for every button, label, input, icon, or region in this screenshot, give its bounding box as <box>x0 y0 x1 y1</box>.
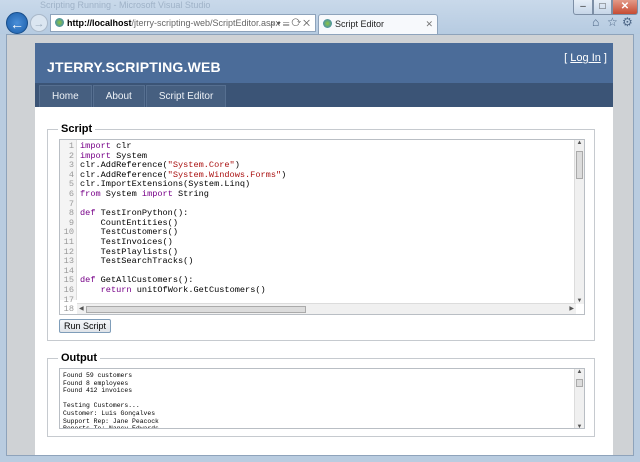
code-token: clr.AddReference( <box>80 160 168 171</box>
editor-horizontal-scrollbar[interactable]: ◀ ▶ <box>77 303 576 314</box>
tab-page-icon <box>323 19 332 28</box>
output-line: Found 59 customers <box>63 372 133 379</box>
code-line: 16 return unitOfWork.GetCustomers() <box>60 285 565 296</box>
output-line: Customer: Luis Gonçalves <box>63 410 156 417</box>
code-token: TestCustomers() <box>80 227 178 238</box>
code-keyword: return <box>100 285 132 295</box>
code-token: System <box>100 189 142 199</box>
close-window-button[interactable]: ✕ <box>612 0 638 15</box>
home-icon[interactable]: ⌂ <box>592 15 599 29</box>
script-editor[interactable]: 1 import clr 2 import System 3 clr.AddReferen… <box>59 139 585 315</box>
site-title: JTERRY.SCRIPTING.WEB <box>47 59 221 75</box>
login-link[interactable]: Log In <box>570 52 601 64</box>
script-panel-title: Script <box>58 123 96 135</box>
page-icon <box>55 18 64 27</box>
output-panel: Output Found 59 customers Found 8 employe… <box>47 352 595 437</box>
output-line: Found 8 employees <box>63 379 129 387</box>
code-token: ) <box>234 160 240 171</box>
scroll-right-arrow-icon[interactable]: ▶ <box>569 304 574 314</box>
menu-item-script-editor[interactable]: Script Editor <box>145 85 227 107</box>
browser-titlebar: Scripting Running - Microsoft Visual Stu… <box>0 0 640 34</box>
output-panel-title: Output <box>58 352 101 364</box>
code-token: System <box>110 150 148 161</box>
code-keyword: def <box>80 275 96 286</box>
output-line: Reports To: Nancy Edwards <box>63 425 159 429</box>
scroll-down-arrow-icon[interactable]: ▼ <box>575 298 584 304</box>
output-line: Testing Customers... <box>63 402 140 410</box>
forward-arrow-icon[interactable]: → <box>30 14 48 32</box>
code-token: clr.AddReference( <box>80 169 168 180</box>
code-line: 13 TestSearchTracks() <box>60 256 565 267</box>
code-text: from System import String <box>80 189 209 200</box>
run-script-button[interactable]: Run Script <box>59 319 112 333</box>
code-token: GetAllCustomers(): <box>95 275 194 286</box>
code-token: clr.ImportExtensions(System.Linq) <box>80 179 251 190</box>
login-area: [ Log In ] <box>564 52 607 64</box>
output-scroll-up-arrow-icon[interactable]: ▲ <box>575 369 584 375</box>
gear-icon[interactable]: ⚙ <box>622 15 633 29</box>
code-token: String <box>172 189 209 199</box>
code-token: unitOfWork.GetCustomers() <box>131 285 266 295</box>
site-header: JTERRY.SCRIPTING.WEB [ Log In ] <box>35 43 613 83</box>
address-tools-icons[interactable]: ⌕▾☰⟳✕ <box>270 15 312 31</box>
menu-item-about[interactable]: About <box>92 85 145 107</box>
code-string: "System.Core" <box>167 160 235 171</box>
address-path: /jterry-scripting-web/ScriptEditor.aspx <box>131 18 281 28</box>
output-line: Found 412 invoices <box>63 387 133 395</box>
line-number: 18 <box>63 304 74 315</box>
minimize-button[interactable]: – <box>573 0 593 15</box>
site-container: JTERRY.SCRIPTING.WEB [ Log In ] Home Abo… <box>35 43 613 455</box>
code-token: TestIronPython(): <box>95 208 189 219</box>
horizontal-scroll-thumb[interactable] <box>86 306 306 313</box>
star-icon[interactable]: ☆ <box>607 15 618 29</box>
editor-vertical-scrollbar[interactable]: ▲ ▼ <box>574 140 584 304</box>
tab-close-icon[interactable]: ✕ <box>425 15 433 33</box>
output-line: Support Rep: Jane Peacock <box>63 417 159 425</box>
script-panel: Script 1 import clr 2 import System 3 clr.Add… <box>47 123 595 341</box>
code-string: "System.Windows.Forms" <box>167 169 282 180</box>
browser-viewport: JTERRY.SCRIPTING.WEB [ Log In ] Home Abo… <box>6 34 634 456</box>
window-ghost-title: Scripting Running - Microsoft Visual Stu… <box>40 0 211 10</box>
scroll-up-arrow-icon[interactable]: ▲ <box>575 140 584 146</box>
code-keyword: def <box>80 208 96 219</box>
code-keyword: import <box>141 189 173 199</box>
code-token: clr <box>110 141 132 151</box>
maximize-button[interactable]: □ <box>593 0 612 15</box>
code-line: 6 from System import String <box>60 189 565 200</box>
back-arrow-icon[interactable]: ← <box>6 12 28 34</box>
address-host: http://localhost <box>67 18 132 28</box>
output-scroll-down-arrow-icon[interactable]: ▼ <box>575 424 584 428</box>
code-token: ) <box>281 169 287 180</box>
code-token: TestInvoices() <box>80 237 173 247</box>
scroll-thumb[interactable] <box>576 151 583 179</box>
tab-title: Script Editor <box>335 19 385 29</box>
output-vertical-scrollbar[interactable]: ▲ ▼ <box>574 369 584 428</box>
login-bracket-close: ] <box>600 52 607 64</box>
code-text: return unitOfWork.GetCustomers() <box>80 285 266 296</box>
menu-item-home[interactable]: Home <box>39 85 92 107</box>
main-menu: Home About Script Editor <box>35 83 613 107</box>
code-token: CountEntities() <box>80 217 178 228</box>
tab-script-editor[interactable]: Script Editor ✕ <box>318 14 438 34</box>
code-token: TestSearchTracks() <box>80 256 194 267</box>
output-scroll-thumb[interactable] <box>576 379 583 387</box>
code-token: TestPlaylists() <box>80 246 178 257</box>
scroll-left-arrow-icon[interactable]: ◀ <box>79 304 84 314</box>
code-text: TestSearchTracks() <box>80 256 194 267</box>
output-textarea[interactable]: Found 59 customers Found 8 employees Found… <box>59 368 585 429</box>
code-keyword: import <box>80 141 111 151</box>
code-keyword: from <box>80 189 101 199</box>
code-keyword: import <box>80 150 111 161</box>
address-bar[interactable]: http://localhost/jterry-scripting-web/Sc… <box>50 14 316 32</box>
